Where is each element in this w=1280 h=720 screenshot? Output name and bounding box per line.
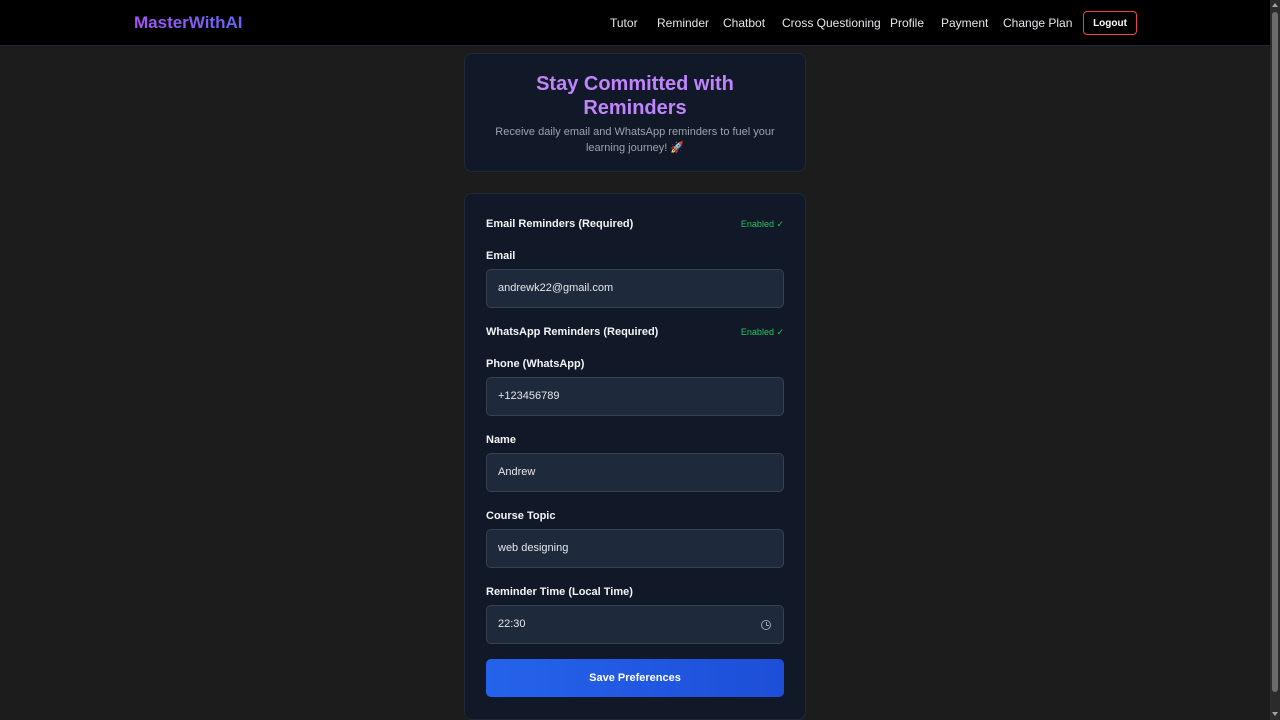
name-field[interactable]: Andrew	[486, 453, 784, 492]
name-label: Name	[486, 434, 516, 446]
nav-link-chatbot[interactable]: Chatbot	[723, 16, 765, 30]
whatsapp-status-badge: Enabled ✓	[740, 327, 784, 337]
hero-subtitle: Receive daily email and WhatsApp reminde…	[495, 126, 775, 154]
phone-label: Phone (WhatsApp)	[486, 358, 585, 370]
course-topic-field[interactable]: web designing	[486, 529, 784, 568]
save-preferences-button[interactable]: Save Preferences	[486, 659, 784, 697]
logout-button[interactable]: Logout	[1083, 11, 1137, 35]
brand-logo[interactable]: MasterWithAI	[134, 13, 242, 33]
reminder-time-label: Reminder Time (Local Time)	[486, 586, 633, 598]
email-section-header: Email Reminders (Required) Enabled ✓	[486, 218, 784, 232]
nav-link-tutor[interactable]: Tutor	[610, 16, 638, 30]
nav-link-payment[interactable]: Payment	[941, 16, 988, 30]
course-topic-label: Course Topic	[486, 510, 556, 522]
phone-field[interactable]: +123456789	[486, 377, 784, 416]
nav-link-cross-questioning[interactable]: Cross Questioning	[782, 16, 881, 30]
nav-link-change-plan[interactable]: Change Plan	[1003, 16, 1072, 30]
nav-link-reminder[interactable]: Reminder	[657, 16, 709, 30]
scroll-down-arrow-icon[interactable]	[1272, 712, 1278, 716]
page-scrollbar[interactable]	[1270, 0, 1280, 720]
email-label: Email	[486, 250, 516, 262]
reminder-time-field[interactable]: 22:30	[486, 605, 784, 644]
reminder-form: Email Reminders (Required) Enabled ✓ Ema…	[464, 193, 806, 720]
hero-title: Stay Committed with Reminders	[536, 73, 734, 119]
email-field[interactable]: andrewk22@gmail.com	[486, 269, 784, 308]
clock-icon[interactable]	[761, 620, 771, 630]
scroll-up-arrow-icon[interactable]	[1272, 3, 1278, 7]
hero-card: Stay Committed with Reminders Receive da…	[464, 53, 806, 172]
top-navbar: MasterWithAI Tutor Reminder Chatbot Cros…	[0, 0, 1270, 46]
email-status-badge: Enabled ✓	[740, 219, 784, 229]
scroll-thumb[interactable]	[1272, 12, 1278, 692]
email-section-title: Email Reminders (Required)	[486, 218, 634, 230]
whatsapp-section-header: WhatsApp Reminders (Required) Enabled ✓	[486, 326, 784, 340]
reminder-time-value: 22:30	[498, 618, 526, 630]
whatsapp-section-title: WhatsApp Reminders (Required)	[486, 326, 659, 338]
nav-link-profile[interactable]: Profile	[890, 16, 924, 30]
